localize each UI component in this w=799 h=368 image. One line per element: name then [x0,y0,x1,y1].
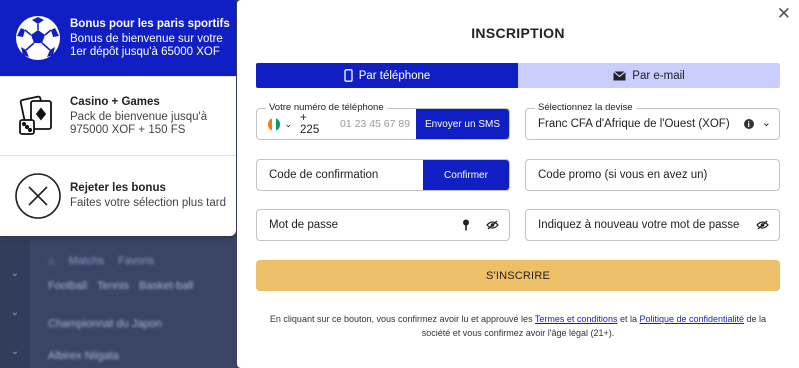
repeat-password-field [525,209,780,241]
home-icon: ⌂ [48,255,55,267]
legal-text-part: En cliquant sur ce bouton, vous confirme… [269,314,535,324]
currency-legend: Sélectionnez la devise [535,102,636,113]
cards-dice-icon [14,92,62,140]
legal-text-part: et la [617,314,640,324]
bonus-option-reject[interactable]: Rejeter les bonus Faites votre sélection… [0,156,236,235]
key-icon[interactable] [462,219,470,231]
password-field [256,209,510,241]
envelope-icon [613,70,627,80]
phone-prefix: + 225 [300,112,320,136]
bonus-option-casino[interactable]: Casino + Games Pack de bienvenue jusqu'à… [0,77,236,156]
background-team: Albirex Niigata [36,350,246,362]
background-team-name: Albirex Niigata [48,350,119,362]
confirm-button[interactable]: Confirmer [423,160,509,190]
background-sport-row: Football Tennis Basket-ball [36,280,246,292]
repeat-password-input[interactable] [526,219,756,231]
tab-email[interactable]: Par e-mail [518,63,780,88]
bonus-description: Faites votre sélection plus tard [70,196,226,209]
legal-text: En cliquant sur ce bouton, vous confirme… [256,312,780,340]
register-button[interactable]: S'INSCRIRE [256,260,780,291]
terms-link[interactable]: Termes et conditions [535,314,618,324]
country-selector[interactable]: ⌄ + 225 [257,112,416,136]
background-nav: ⌂ Matchs Favoris [36,246,246,276]
password-input[interactable] [257,219,462,231]
currency-value: Franc CFA d'Afrique de l'Ouest (XOF) [538,118,730,130]
bonus-option-sports[interactable]: Bonus pour les paris sportifs Bonus de b… [0,0,236,77]
tab-label: Par e-mail [632,69,685,82]
confirmation-code-input[interactable] [257,169,423,181]
background-nav-tab: Matchs [68,255,105,267]
bonus-panel: Bonus pour les paris sportifs Bonus de b… [0,0,236,236]
phone-icon [344,69,353,82]
chevron-down-icon: ⌄ [284,118,293,129]
phone-input[interactable] [340,118,416,130]
promo-code-field [525,159,780,191]
promo-code-input[interactable] [526,169,779,181]
soccer-ball-icon [14,14,62,62]
tab-phone[interactable]: Par téléphone [256,63,518,88]
registration-tabs: Par téléphone Par e-mail [256,63,780,88]
background-sport: Basket-ball [138,280,194,292]
background-league-name: Championnat du Japon [48,318,162,330]
phone-legend: Votre numéro de téléphone [266,102,387,113]
confirmation-code-field: Confirmer [256,159,510,191]
background-sport: Football [48,280,88,292]
background-sidebar: ⌄ ⌄ ⌄ [0,240,30,368]
send-sms-button[interactable]: Envoyer un SMS [416,109,509,139]
phone-field: Votre numéro de téléphone ⌄ + 225 Envoye… [256,102,510,140]
chevron-down-icon: ⌄ [761,116,771,129]
background-sport: Tennis [97,280,129,292]
bonus-title: Casino + Games [70,95,160,108]
background-nav-tab: Favoris [118,255,155,267]
bonus-title: Rejeter les bonus [70,181,166,194]
tab-label: Par téléphone [358,69,431,82]
close-icon[interactable]: ✕ [777,5,791,22]
background-league: Championnat du Japon [36,318,246,330]
modal-title: INSCRIPTION [471,25,565,41]
bonus-title: Bonus pour les paris sportifs [70,17,230,30]
eye-slash-icon[interactable] [756,220,769,230]
registration-modal: ✕ INSCRIPTION Par téléphone Par e-mail V… [237,0,799,368]
info-icon[interactable]: i [743,119,754,129]
reject-x-icon [14,172,62,220]
bonus-description: Pack de bienvenue jusqu'à 975000 XOF + 1… [70,110,208,136]
bonus-description: Bonus de bienvenue sur votre 1er dépôt j… [70,32,223,58]
flag-icon [268,117,281,131]
eye-slash-icon[interactable] [486,220,499,230]
privacy-policy-link[interactable]: Politique de confidentialité [639,314,744,324]
currency-select[interactable]: Sélectionnez la devise Franc CFA d'Afriq… [525,102,780,140]
